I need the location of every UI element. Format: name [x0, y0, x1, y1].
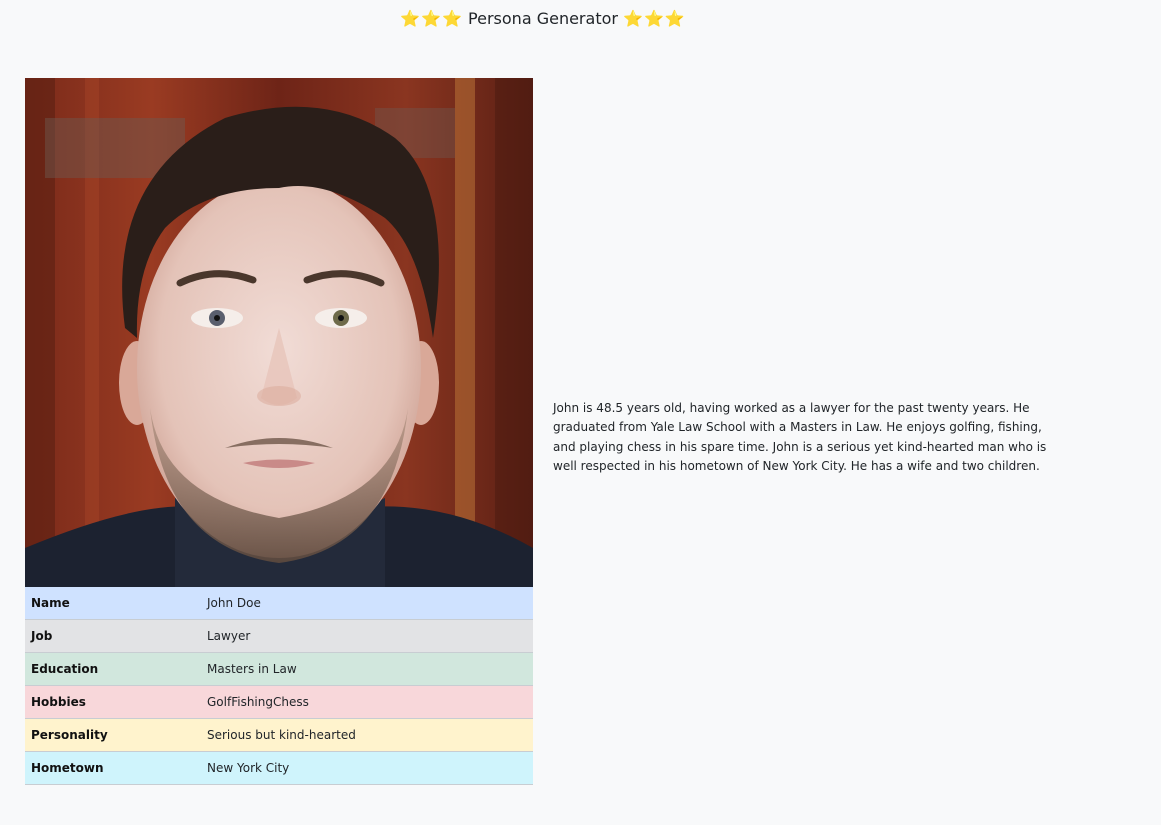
info-label: Personality	[25, 718, 201, 752]
star-icons-right: ⭐⭐⭐	[623, 9, 686, 28]
info-label: Job	[25, 619, 201, 653]
persona-info-table: Name John Doe Job Lawyer Education Masters in…	[25, 587, 533, 785]
portrait-image	[25, 78, 533, 587]
persona-card: Name John Doe Job Lawyer Education Masters in…	[25, 78, 533, 785]
info-row-name: Name John Doe	[25, 587, 533, 620]
info-label: Name	[25, 587, 201, 620]
info-label: Hometown	[25, 751, 201, 785]
info-label: Hobbies	[25, 685, 201, 719]
info-row-hobbies: Hobbies GolfFishingChess	[25, 685, 533, 719]
info-value: John Doe	[201, 587, 533, 620]
info-value: New York City	[201, 751, 533, 785]
info-label: Education	[25, 652, 201, 686]
info-value: GolfFishingChess	[201, 685, 533, 719]
info-row-education: Education Masters in Law	[25, 652, 533, 686]
info-value: Serious but kind-hearted	[201, 718, 533, 752]
star-icons-left: ⭐⭐⭐	[400, 9, 463, 28]
info-value: Masters in Law	[201, 652, 533, 686]
page-title-text: Persona Generator	[468, 9, 618, 28]
info-row-hometown: Hometown New York City	[25, 751, 533, 785]
info-value: Lawyer	[201, 619, 533, 653]
page-title: ⭐⭐⭐ Persona Generator ⭐⭐⭐	[0, 8, 1086, 30]
info-row-personality: Personality Serious but kind-hearted	[25, 718, 533, 752]
info-row-job: Job Lawyer	[25, 619, 533, 653]
persona-bio: John is 48.5 years old, having worked as…	[553, 401, 1047, 473]
